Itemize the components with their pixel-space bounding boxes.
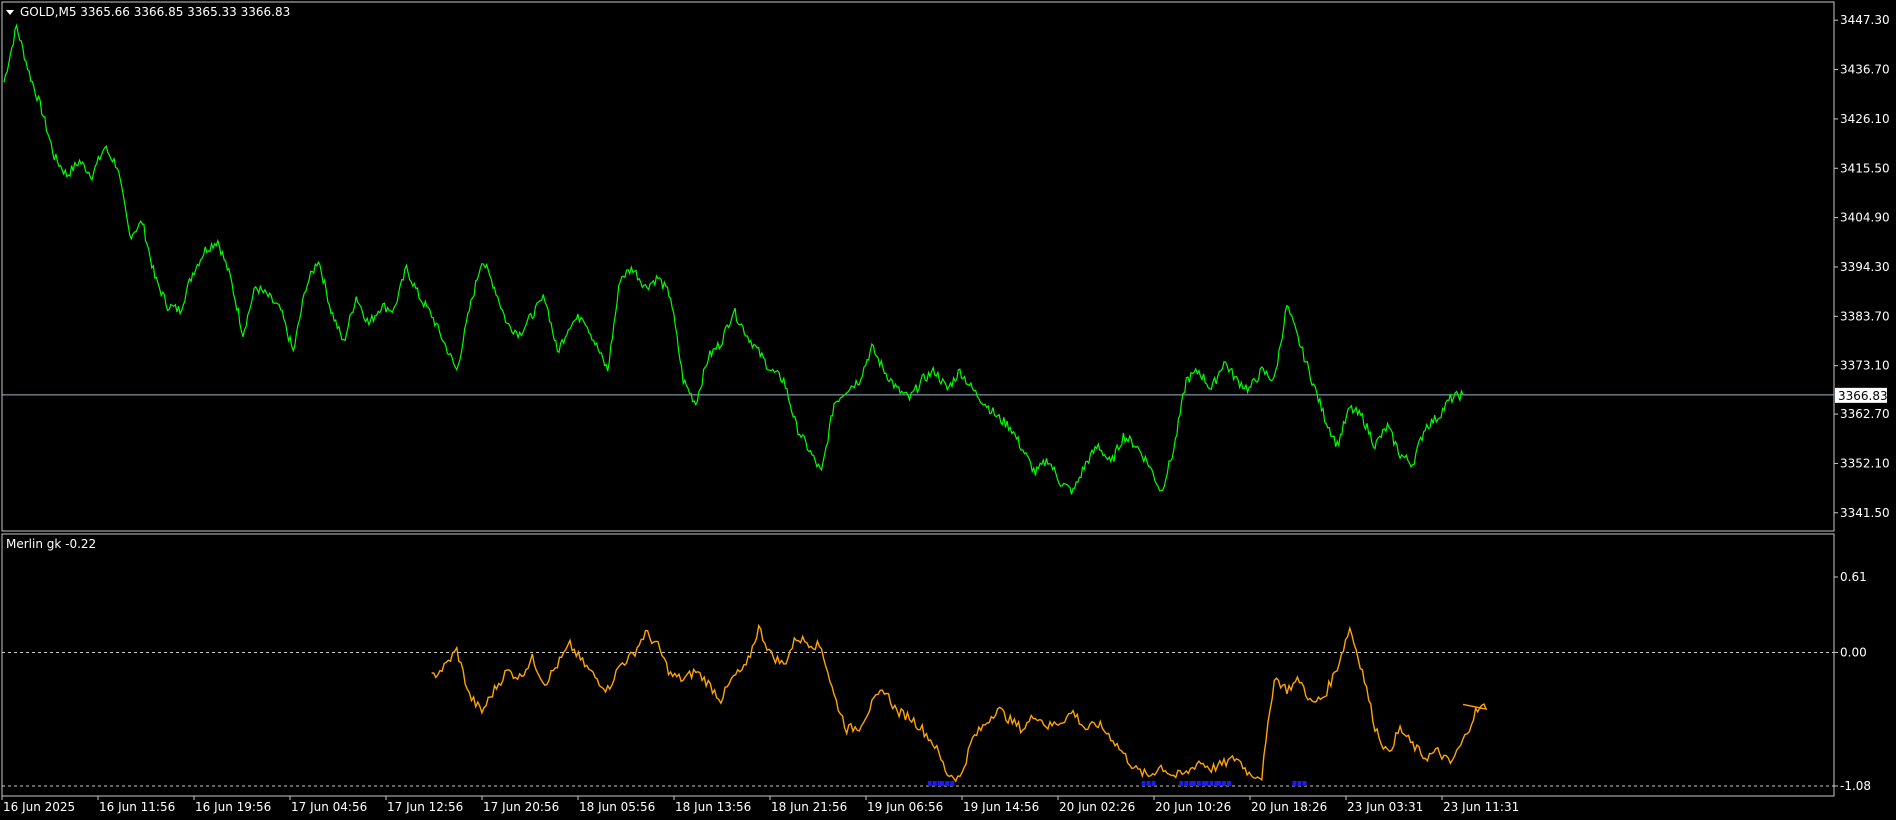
- time-tick-label: 16 Jun 11:56: [99, 800, 175, 814]
- indicator-marker: [1292, 781, 1297, 786]
- indicator-markers: [927, 781, 1307, 786]
- indicator-marker: [1217, 781, 1222, 786]
- indicator-marker: [1209, 781, 1214, 786]
- time-tick-label: 23 Jun 11:31: [1443, 800, 1519, 814]
- price-tick-label: 3341.50: [1840, 506, 1890, 520]
- indicator-marker: [1146, 781, 1151, 786]
- price-tick-label: 3426.10: [1840, 112, 1890, 126]
- indicator-marker: [1297, 781, 1302, 786]
- price-tick-label: 3362.70: [1840, 407, 1890, 421]
- indicator-axis: 0.61 0.00 -1.08: [2, 570, 1871, 793]
- indicator-marker: [1204, 781, 1209, 786]
- time-tick-label: 18 Jun 21:56: [771, 800, 847, 814]
- time-tick-label: 16 Jun 2025: [3, 800, 75, 814]
- indicator-marker: [932, 781, 937, 786]
- indicator-panel-frame: [1, 533, 1835, 797]
- indicator-marker: [1141, 781, 1146, 786]
- indicator-marker: [1302, 781, 1307, 786]
- indicator-marker: [1222, 781, 1227, 786]
- current-price-label: 3366.83: [1838, 389, 1888, 403]
- price-tick-label: 3394.30: [1840, 260, 1890, 274]
- indicator-marker: [1184, 781, 1189, 786]
- indicator-panel-header: Merlin gk -0.22: [6, 537, 96, 551]
- indicator-tick-label: -1.08: [1840, 779, 1871, 793]
- main-panel-frame: [1, 1, 1835, 532]
- time-axis: 16 Jun 2025 16 Jun 11:56 16 Jun 19:56 17 Ju…: [1, 796, 1519, 814]
- time-tick-label: 19 Jun 06:56: [867, 800, 943, 814]
- price-tick-label: 3447.30: [1840, 13, 1890, 27]
- time-tick-label: 19 Jun 14:56: [963, 800, 1039, 814]
- time-tick-label: 17 Jun 12:56: [387, 800, 463, 814]
- time-tick-label: 18 Jun 13:56: [675, 800, 751, 814]
- price-tick-label: 3404.90: [1840, 211, 1890, 225]
- time-tick-label: 17 Jun 20:56: [483, 800, 559, 814]
- time-tick-label: 20 Jun 10:26: [1155, 800, 1231, 814]
- indicator-series: [431, 623, 1488, 783]
- time-tick-label: 16 Jun 19:56: [195, 800, 271, 814]
- indicator-marker: [1191, 781, 1196, 786]
- indicator-marker: [1227, 781, 1232, 786]
- time-tick-label: 23 Jun 03:31: [1347, 800, 1423, 814]
- indicator-marker: [927, 781, 932, 786]
- time-tick-label: 20 Jun 18:26: [1251, 800, 1327, 814]
- main-panel-header: GOLD,M5 3365.66 3366.85 3365.33 3366.83: [20, 5, 290, 19]
- price-series: [3, 23, 1464, 495]
- indicator-marker: [940, 781, 945, 786]
- price-axis: 3447.30 3436.70 3426.10 3415.50 3404.90 3394.…: [1834, 13, 1890, 520]
- indicator-marker: [1151, 781, 1156, 786]
- indicator-tick-label: 0.00: [1840, 645, 1867, 659]
- triangle-down-icon[interactable]: [6, 10, 14, 15]
- price-line: [3, 23, 1464, 495]
- indicator-tick-label: 0.61: [1840, 570, 1867, 584]
- price-tick-label: 3383.70: [1840, 309, 1890, 323]
- time-tick-label: 18 Jun 05:56: [579, 800, 655, 814]
- time-tick-label: 20 Jun 02:26: [1059, 800, 1135, 814]
- indicator-marker: [1196, 781, 1201, 786]
- price-tick-label: 3373.10: [1840, 359, 1890, 373]
- indicator-marker: [945, 781, 950, 786]
- price-tick-label: 3352.10: [1840, 456, 1890, 470]
- indicator-line: [431, 623, 1488, 783]
- price-tick-label: 3415.50: [1840, 161, 1890, 175]
- trading-chart[interactable]: 3447.30 3436.70 3426.10 3415.50 3404.90 3394.…: [0, 0, 1896, 820]
- time-tick-label: 17 Jun 04:56: [291, 800, 367, 814]
- current-price-badge: 3366.83: [1835, 387, 1888, 403]
- price-tick-label: 3436.70: [1840, 63, 1890, 77]
- indicator-marker: [950, 781, 955, 786]
- indicator-marker: [1179, 781, 1184, 786]
